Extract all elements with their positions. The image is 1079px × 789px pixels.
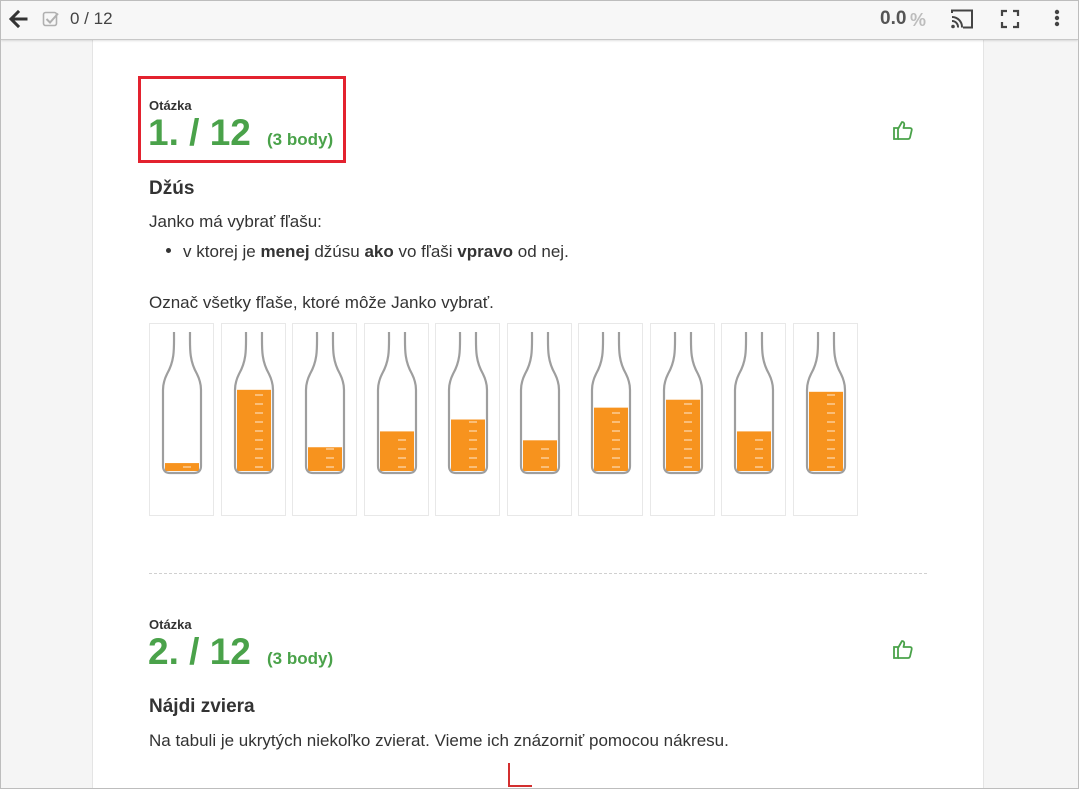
bottle-option[interactable]	[507, 323, 572, 516]
question-2-points: (3 body)	[267, 649, 334, 668]
thumbs-up-icon[interactable]	[892, 638, 914, 660]
question-1-title: Džús	[149, 178, 195, 199]
question-1-instruction: Označ všetky fľaše, ktoré môže Janko vyb…	[149, 293, 494, 312]
app-frame: 0 / 12 0.0 % Otázka 1. / 12 (3 body) Džú…	[0, 0, 1079, 789]
juice-fill	[165, 463, 199, 471]
juice-fill	[237, 389, 271, 471]
question-2-intro: Na tabuli je ukrytých niekoľko zvierat. …	[149, 731, 729, 750]
bottle-option[interactable]	[721, 323, 786, 516]
juice-fill	[594, 407, 628, 471]
juice-fill	[523, 440, 557, 471]
checkbox-icon	[42, 11, 59, 27]
fullscreen-icon[interactable]	[1000, 9, 1020, 29]
bottle-option[interactable]	[292, 323, 357, 516]
top-toolbar: 0 / 12 0.0 %	[1, 1, 1078, 40]
bottle-option[interactable]	[149, 323, 214, 516]
progress-counter: 0 / 12	[70, 9, 113, 28]
question-1-number: 1. / 12	[148, 112, 251, 153]
question-1-intro: Janko má vybrať fľašu:	[149, 212, 322, 231]
score-value: 0.0	[880, 8, 907, 29]
bottle-option[interactable]	[650, 323, 715, 516]
bottle-option[interactable]	[578, 323, 643, 516]
board-drawing-corner	[508, 763, 532, 787]
bottle-option[interactable]	[435, 323, 500, 516]
bottle-option[interactable]	[793, 323, 858, 516]
question-2-label: Otázka	[149, 617, 192, 632]
condition-text-3: vo fľaši	[393, 242, 458, 261]
condition-text-4: od nej.	[513, 242, 569, 261]
juice-fill	[666, 399, 700, 471]
thumbs-up-icon[interactable]	[892, 119, 914, 141]
condition-bold-2: ako	[364, 242, 394, 261]
juice-fill	[809, 391, 843, 471]
question-1-points: (3 body)	[267, 130, 334, 149]
bottle-outline	[161, 331, 203, 475]
question-separator	[149, 573, 927, 574]
cast-icon[interactable]	[949, 7, 975, 31]
bottle-option[interactable]	[364, 323, 429, 516]
question-2-number: 2. / 12	[148, 631, 251, 672]
juice-fill	[308, 447, 342, 471]
score-unit: %	[910, 10, 927, 30]
juice-fill	[451, 419, 485, 471]
condition-text-1: v ktorej je	[183, 242, 261, 261]
condition-bold-1: menej	[260, 242, 310, 261]
condition-bold-3: vpravo	[457, 242, 514, 261]
question-2-title: Nájdi zviera	[149, 696, 255, 717]
juice-fill	[380, 431, 414, 471]
more-vertical-icon[interactable]	[1050, 7, 1064, 31]
arrow-left-icon[interactable]	[8, 9, 28, 29]
question-1-condition: v ktorej je menej džúsu ako vo fľaši vpr…	[166, 242, 569, 262]
juice-fill	[737, 431, 771, 471]
condition-text-2: džúsu	[309, 242, 365, 261]
bottle-option[interactable]	[221, 323, 286, 516]
question-1-label: Otázka	[149, 98, 192, 113]
bullet-dot	[166, 248, 171, 254]
